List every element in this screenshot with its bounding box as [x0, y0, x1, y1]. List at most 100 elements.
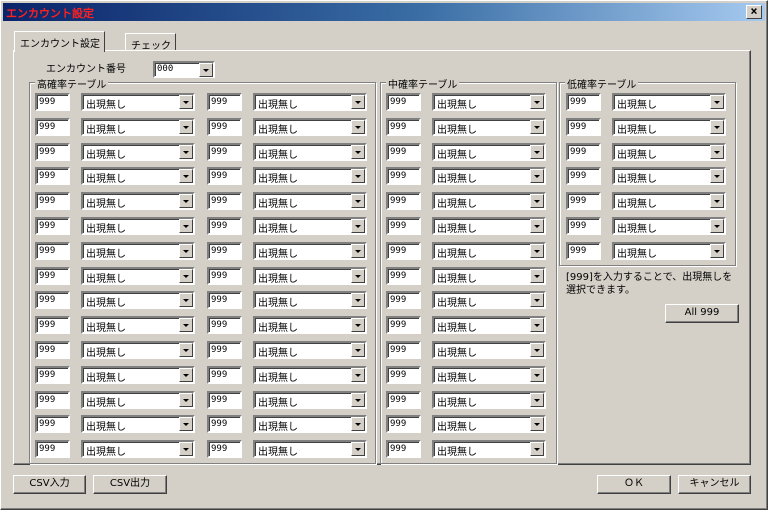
mid-rate-monster-select[interactable]: 出現無し [432, 291, 546, 309]
high-rate-value-field[interactable]: 999 [35, 391, 70, 409]
mid-rate-value-field[interactable]: 999 [386, 242, 421, 260]
low-rate-monster-select[interactable]: 出現無し [612, 192, 726, 210]
mid-rate-value-field[interactable]: 999 [386, 291, 421, 309]
mid-rate-monster-select[interactable]: 出現無し [432, 143, 546, 161]
mid-rate-monster-select[interactable]: 出現無し [432, 267, 546, 285]
high-rate-value-field[interactable]: 999 [35, 118, 70, 136]
mid-rate-monster-select[interactable]: 出現無し [432, 217, 546, 235]
high-rate-value-field[interactable]: 999 [207, 391, 242, 409]
ok-button[interactable]: ＯＫ [597, 475, 671, 494]
mid-rate-monster-select[interactable]: 出現無し [432, 415, 546, 433]
chevron-down-icon[interactable] [530, 318, 544, 332]
high-rate-monster-select[interactable]: 出現無し [253, 118, 367, 136]
chevron-down-icon[interactable] [351, 343, 365, 357]
chevron-down-icon[interactable] [351, 417, 365, 431]
low-rate-value-field[interactable]: 999 [566, 118, 601, 136]
high-rate-value-field[interactable]: 999 [35, 341, 70, 359]
chevron-down-icon[interactable] [179, 417, 193, 431]
high-rate-value-field[interactable]: 999 [207, 143, 242, 161]
high-rate-monster-select[interactable]: 出現無し [81, 366, 195, 384]
chevron-down-icon[interactable] [530, 145, 544, 159]
cancel-button[interactable]: キャンセル [678, 475, 751, 494]
low-rate-value-field[interactable]: 999 [566, 167, 601, 185]
high-rate-value-field[interactable]: 999 [35, 366, 70, 384]
all-999-button[interactable]: All 999 [665, 304, 739, 323]
high-rate-monster-select[interactable]: 出現無し [253, 242, 367, 260]
mid-rate-value-field[interactable]: 999 [386, 192, 421, 210]
chevron-down-icon[interactable] [351, 145, 365, 159]
chevron-down-icon[interactable] [710, 194, 724, 208]
high-rate-monster-select[interactable]: 出現無し [81, 118, 195, 136]
chevron-down-icon[interactable] [199, 63, 213, 77]
high-rate-monster-select[interactable]: 出現無し [81, 217, 195, 235]
chevron-down-icon[interactable] [179, 393, 193, 407]
chevron-down-icon[interactable] [179, 368, 193, 382]
mid-rate-monster-select[interactable]: 出現無し [432, 118, 546, 136]
high-rate-value-field[interactable]: 999 [35, 267, 70, 285]
high-rate-monster-select[interactable]: 出現無し [81, 316, 195, 334]
chevron-down-icon[interactable] [351, 95, 365, 109]
low-rate-value-field[interactable]: 999 [566, 93, 601, 111]
chevron-down-icon[interactable] [179, 343, 193, 357]
chevron-down-icon[interactable] [530, 95, 544, 109]
chevron-down-icon[interactable] [351, 269, 365, 283]
low-rate-monster-select[interactable]: 出現無し [612, 143, 726, 161]
chevron-down-icon[interactable] [351, 244, 365, 258]
high-rate-value-field[interactable]: 999 [207, 167, 242, 185]
high-rate-monster-select[interactable]: 出現無し [253, 143, 367, 161]
mid-rate-value-field[interactable]: 999 [386, 415, 421, 433]
high-rate-monster-select[interactable]: 出現無し [253, 316, 367, 334]
mid-rate-monster-select[interactable]: 出現無し [432, 341, 546, 359]
high-rate-monster-select[interactable]: 出現無し [253, 267, 367, 285]
low-rate-value-field[interactable]: 999 [566, 242, 601, 260]
mid-rate-value-field[interactable]: 999 [386, 118, 421, 136]
mid-rate-monster-select[interactable]: 出現無し [432, 391, 546, 409]
low-rate-value-field[interactable]: 999 [566, 217, 601, 235]
high-rate-value-field[interactable]: 999 [207, 415, 242, 433]
chevron-down-icon[interactable] [530, 368, 544, 382]
high-rate-monster-select[interactable]: 出現無し [253, 440, 367, 458]
high-rate-value-field[interactable]: 999 [207, 341, 242, 359]
mid-rate-monster-select[interactable]: 出現無し [432, 440, 546, 458]
high-rate-monster-select[interactable]: 出現無し [81, 167, 195, 185]
high-rate-value-field[interactable]: 999 [35, 415, 70, 433]
high-rate-monster-select[interactable]: 出現無し [253, 391, 367, 409]
high-rate-monster-select[interactable]: 出現無し [81, 242, 195, 260]
mid-rate-value-field[interactable]: 999 [386, 440, 421, 458]
mid-rate-value-field[interactable]: 999 [386, 316, 421, 334]
chevron-down-icon[interactable] [530, 194, 544, 208]
mid-rate-value-field[interactable]: 999 [386, 167, 421, 185]
high-rate-monster-select[interactable]: 出現無し [81, 143, 195, 161]
mid-rate-value-field[interactable]: 999 [386, 217, 421, 235]
chevron-down-icon[interactable] [179, 145, 193, 159]
chevron-down-icon[interactable] [710, 169, 724, 183]
high-rate-monster-select[interactable]: 出現無し [81, 192, 195, 210]
mid-rate-value-field[interactable]: 999 [386, 143, 421, 161]
csv-import-button[interactable]: CSV入力 [13, 475, 86, 494]
low-rate-value-field[interactable]: 999 [566, 143, 601, 161]
high-rate-value-field[interactable]: 999 [35, 93, 70, 111]
low-rate-monster-select[interactable]: 出現無し [612, 167, 726, 185]
high-rate-monster-select[interactable]: 出現無し [253, 217, 367, 235]
high-rate-value-field[interactable]: 999 [207, 242, 242, 260]
chevron-down-icon[interactable] [351, 194, 365, 208]
high-rate-value-field[interactable]: 999 [35, 242, 70, 260]
high-rate-monster-select[interactable]: 出現無し [253, 341, 367, 359]
high-rate-value-field[interactable]: 999 [207, 366, 242, 384]
chevron-down-icon[interactable] [351, 219, 365, 233]
encounter-number-select[interactable]: 000 [153, 61, 215, 78]
chevron-down-icon[interactable] [710, 244, 724, 258]
mid-rate-monster-select[interactable]: 出現無し [432, 242, 546, 260]
high-rate-value-field[interactable]: 999 [207, 267, 242, 285]
mid-rate-monster-select[interactable]: 出現無し [432, 316, 546, 334]
mid-rate-monster-select[interactable]: 出現無し [432, 192, 546, 210]
chevron-down-icon[interactable] [179, 293, 193, 307]
chevron-down-icon[interactable] [351, 318, 365, 332]
chevron-down-icon[interactable] [179, 318, 193, 332]
mid-rate-monster-select[interactable]: 出現無し [432, 93, 546, 111]
chevron-down-icon[interactable] [179, 169, 193, 183]
chevron-down-icon[interactable] [710, 95, 724, 109]
tab-check[interactable]: チェック [125, 33, 176, 52]
high-rate-monster-select[interactable]: 出現無し [253, 93, 367, 111]
chevron-down-icon[interactable] [530, 269, 544, 283]
